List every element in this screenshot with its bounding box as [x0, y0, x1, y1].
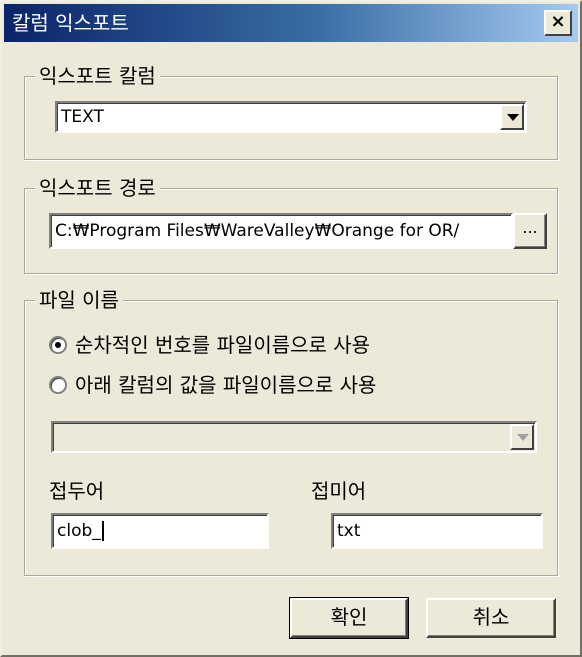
prefix-label: 접두어 — [49, 479, 105, 503]
file-name-group-label: 파일 이름 — [35, 287, 123, 313]
chevron-down-icon[interactable] — [510, 424, 534, 450]
export-path-group: 익스포트 경로 C:₩Program Files₩WareValley₩Oran… — [24, 175, 558, 274]
export-column-select[interactable]: TEXT — [55, 101, 527, 133]
export-path-group-label: 익스포트 경로 — [35, 175, 160, 201]
export-column-group-label: 익스포트 칼럼 — [35, 63, 160, 89]
ok-button[interactable]: 확인 — [289, 597, 409, 639]
window-title: 칼럼 익스포트 — [12, 11, 129, 35]
close-button[interactable]: × — [544, 10, 572, 36]
export-column-dialog: 칼럼 익스포트 × 익스포트 칼럼 TEXT 익스포트 경로 C:₩Progra… — [0, 0, 582, 657]
filename-column-select[interactable] — [51, 421, 537, 453]
close-icon: × — [550, 11, 566, 32]
suffix-input[interactable]: txt — [331, 513, 543, 549]
prefix-value: clob_ — [57, 519, 104, 543]
export-column-select-value: TEXT — [61, 107, 104, 127]
ok-button-label: 확인 — [330, 605, 368, 629]
export-path-input[interactable]: C:₩Program Files₩WareValley₩Orange for O… — [49, 213, 513, 249]
suffix-label: 접미어 — [311, 479, 367, 503]
radio-sequential-number-label: 순차적인 번호를 파일이름으로 사용 — [75, 333, 371, 357]
file-name-group: 파일 이름 순차적인 번호를 파일이름으로 사용 아래 칼럼의 값을 파일이름으… — [24, 287, 558, 576]
cancel-button[interactable]: 취소 — [426, 598, 556, 638]
chevron-down-icon[interactable] — [500, 104, 524, 130]
radio-column-value-label: 아래 칼럼의 값을 파일이름으로 사용 — [75, 373, 377, 397]
export-path-value: C:₩Program Files₩WareValley₩Orange for O… — [55, 221, 460, 241]
radio-button-unchecked[interactable] — [49, 376, 67, 394]
suffix-value: txt — [337, 521, 361, 541]
title-bar[interactable]: 칼럼 익스포트 × — [4, 4, 578, 42]
prefix-input[interactable]: clob_ — [51, 513, 269, 549]
browse-button[interactable]: ... — [513, 213, 547, 249]
browse-button-label: ... — [522, 218, 538, 237]
cancel-button-label: 취소 — [472, 605, 510, 629]
text-cursor — [101, 521, 104, 541]
export-column-group: 익스포트 칼럼 TEXT — [24, 63, 558, 160]
radio-button-checked[interactable] — [49, 336, 67, 354]
